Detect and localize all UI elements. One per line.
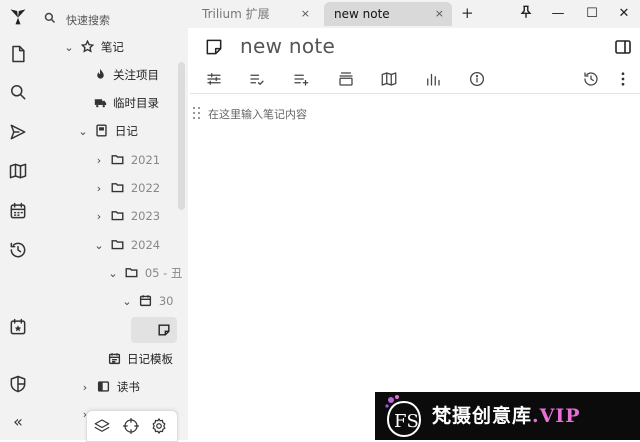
svg-text:FS: FS	[394, 411, 419, 432]
tab-label: new note	[334, 7, 390, 21]
watermark-brand: 梵摄创意库	[432, 405, 533, 427]
tree-node-label: 2024	[130, 238, 161, 252]
tree-node-day[interactable]: ⌄ 30	[120, 290, 173, 312]
tab-strip: Trilium 扩展 × new note × + — ☐ ✕	[188, 0, 640, 28]
launcher-bar: «	[0, 0, 36, 440]
map-icon[interactable]	[8, 161, 28, 181]
tree-node-notes[interactable]: ⌄ 笔记	[62, 36, 124, 58]
tree-toolbar	[86, 410, 178, 442]
quick-search[interactable]: 快速搜索	[40, 10, 186, 28]
chevron-down-icon[interactable]: ⌄	[62, 37, 76, 59]
collapse-icon[interactable]: «	[8, 412, 28, 432]
today-calendar-icon[interactable]	[8, 317, 28, 337]
tree-node-template[interactable]: 日记模板	[106, 348, 173, 370]
more-menu-icon[interactable]	[614, 70, 632, 88]
add-list-icon[interactable]	[292, 70, 310, 88]
tree-node-label: 2022	[130, 181, 161, 195]
note-icon	[158, 324, 170, 336]
ribbon-divider	[190, 93, 640, 94]
chevron-right-icon[interactable]: ›	[92, 150, 106, 172]
send-icon[interactable]	[8, 122, 28, 142]
close-icon[interactable]: ×	[435, 2, 444, 26]
calendar-template-icon	[106, 348, 122, 370]
book-icon	[96, 376, 112, 398]
chevron-right-icon[interactable]: ›	[78, 377, 92, 399]
chevron-right-icon[interactable]: ›	[92, 206, 106, 228]
layers-icon[interactable]	[93, 417, 111, 435]
folder-icon	[124, 262, 140, 284]
checklist-icon[interactable]	[248, 70, 266, 88]
tree-node-reading[interactable]: › 读书	[78, 376, 140, 398]
tree-node-label: 日记	[114, 124, 138, 138]
search-icon[interactable]	[8, 82, 28, 102]
chevron-down-icon[interactable]: ⌄	[106, 263, 120, 285]
tree-node-2022[interactable]: › 2022	[92, 177, 160, 199]
tree-scrollbar[interactable]	[178, 62, 185, 210]
calendar-day-icon	[138, 290, 154, 312]
close-icon[interactable]: ×	[301, 2, 310, 26]
folder-icon	[110, 177, 126, 199]
tree-node-month[interactable]: ⌄ 05 - 丑	[106, 262, 182, 284]
toggle-right-pane-icon[interactable]	[614, 38, 632, 56]
history-icon[interactable]	[582, 70, 600, 88]
tab-label: Trilium 扩展	[202, 7, 270, 21]
close-window-button[interactable]: ✕	[614, 4, 634, 24]
shield-icon[interactable]	[8, 374, 28, 394]
map-icon[interactable]	[380, 70, 398, 88]
tree-node-new-note-active[interactable]	[131, 317, 177, 343]
search-icon	[44, 12, 56, 24]
ribbon-toolbar	[196, 68, 640, 90]
note-icon[interactable]	[204, 37, 224, 57]
new-note-icon[interactable]	[8, 44, 28, 64]
folder-icon	[110, 205, 126, 227]
minimize-button[interactable]: —	[548, 4, 568, 24]
chevron-down-icon[interactable]: ⌄	[92, 235, 106, 257]
tree-node-2021[interactable]: › 2021	[92, 149, 160, 171]
info-icon[interactable]	[468, 70, 486, 88]
editor-placeholder[interactable]: 在这里输入笔记内容	[208, 106, 307, 122]
tree-node-label: 临时目录	[113, 96, 159, 110]
chevron-down-icon[interactable]: ⌄	[76, 121, 90, 143]
note-title[interactable]: new note	[240, 34, 335, 58]
watermark-logo-icon: FS	[385, 395, 422, 438]
tree-node-label: 关注项目	[113, 68, 159, 82]
drag-handle-icon[interactable]	[193, 107, 201, 121]
watermark-text: 梵摄创意库.VIP	[432, 401, 581, 428]
quick-search-placeholder: 快速搜索	[66, 14, 110, 27]
new-tab-button[interactable]: +	[461, 4, 474, 22]
bar-chart-icon[interactable]	[424, 70, 442, 88]
tree-node-label: 读书	[116, 380, 140, 394]
tree-node-watched[interactable]: 关注项目	[92, 64, 159, 86]
tree-node-label: 日记模板	[127, 352, 173, 366]
sliders-icon[interactable]	[205, 70, 223, 88]
watermark-suffix: .VIP	[532, 405, 581, 427]
star-icon	[80, 36, 96, 58]
history-icon[interactable]	[8, 240, 28, 260]
tree-node-label: 2021	[130, 153, 161, 167]
tree-node-temp[interactable]: 临时目录	[92, 92, 159, 114]
journal-icon	[94, 120, 110, 142]
crosshair-icon[interactable]	[122, 417, 140, 435]
fire-icon	[92, 64, 108, 86]
tab-new-note[interactable]: new note ×	[324, 2, 452, 26]
tree-node-label: 笔记	[100, 40, 124, 54]
tree-node-label: 05 - 丑	[144, 266, 183, 280]
gear-icon[interactable]	[150, 417, 168, 435]
archive-icon[interactable]	[337, 70, 355, 88]
tree-node-journal[interactable]: ⌄ 日记	[76, 120, 138, 143]
tree-node-label: 30	[158, 294, 174, 308]
tab-trilium-extension[interactable]: Trilium 扩展 ×	[192, 2, 318, 26]
calendar-icon[interactable]	[8, 201, 28, 221]
chevron-right-icon[interactable]: ›	[92, 178, 106, 200]
folder-icon	[110, 234, 126, 256]
pin-icon[interactable]	[516, 4, 536, 24]
tree-node-2023[interactable]: › 2023	[92, 205, 160, 227]
tree-node-2024[interactable]: ⌄ 2024	[92, 234, 160, 256]
maximize-button[interactable]: ☐	[582, 4, 602, 24]
trilium-logo-icon[interactable]	[8, 6, 28, 26]
folder-icon	[110, 149, 126, 171]
chevron-down-icon[interactable]: ⌄	[120, 291, 134, 313]
tree-node-label: 2023	[130, 209, 161, 223]
truck-icon	[92, 92, 108, 114]
